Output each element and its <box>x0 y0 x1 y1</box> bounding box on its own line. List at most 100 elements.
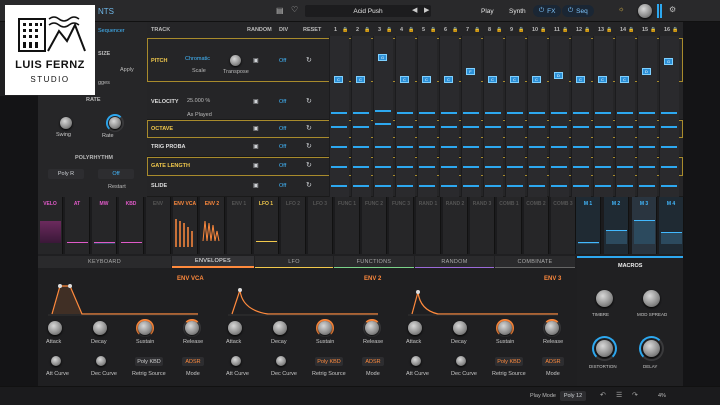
tab-keyboard[interactable]: KEYBOARD <box>38 256 171 268</box>
prev-preset-icon[interactable]: ◀ <box>412 6 417 14</box>
step-value-bar[interactable] <box>463 112 479 114</box>
step-column[interactable] <box>615 36 635 197</box>
envelope-curve-graph[interactable] <box>408 280 558 316</box>
step-value-bar[interactable] <box>353 166 369 168</box>
step-value-bar[interactable] <box>639 146 655 148</box>
release-knob[interactable] <box>545 321 559 335</box>
octave-random-dice-icon[interactable]: ▣ <box>253 125 259 132</box>
step-value-bar[interactable] <box>507 166 523 168</box>
synth-tab[interactable]: Synth <box>509 8 526 15</box>
step-value-bar[interactable] <box>573 112 589 114</box>
step-value-bar[interactable] <box>551 166 567 168</box>
step-value-bar[interactable] <box>353 185 369 187</box>
envelope-curve-graph[interactable] <box>48 280 198 316</box>
step-column[interactable] <box>395 36 415 197</box>
sustain-knob[interactable] <box>498 321 512 335</box>
step-value-bar[interactable] <box>639 112 655 114</box>
att-curve-knob[interactable] <box>51 356 61 366</box>
step-value-bar[interactable] <box>331 166 347 168</box>
pitch-step-note[interactable]: G <box>378 54 387 61</box>
sustain-knob[interactable] <box>318 321 332 335</box>
mod-source-slot[interactable]: AT <box>65 197 90 254</box>
step-lock-icon[interactable]: 🔒 <box>584 27 590 33</box>
step-value-bar[interactable] <box>463 126 479 128</box>
step-value-bar[interactable] <box>441 185 457 187</box>
tab-random[interactable]: RANDOM <box>415 256 494 268</box>
mod-source-slot[interactable]: LFO 2 <box>281 197 306 254</box>
step-lock-icon[interactable]: 🔒 <box>386 27 392 33</box>
step-value-bar[interactable] <box>661 146 677 148</box>
step-value-bar[interactable] <box>397 126 413 128</box>
poly-off-button[interactable]: Off <box>98 169 134 179</box>
step-column[interactable] <box>571 36 591 197</box>
decay-knob[interactable] <box>273 321 287 335</box>
step-column[interactable] <box>461 36 481 197</box>
pitch-step-note[interactable]: C <box>620 76 629 83</box>
pitch-div-value[interactable]: Off <box>279 58 286 64</box>
master-volume-knob[interactable] <box>638 4 652 18</box>
step-value-bar[interactable] <box>661 166 677 168</box>
att-curve-knob[interactable] <box>231 356 241 366</box>
attack-knob[interactable] <box>408 321 422 335</box>
step-value-bar[interactable] <box>419 146 435 148</box>
tab-lfo[interactable]: LFO <box>255 256 333 268</box>
seq-tab[interactable]: ⏻ Seq <box>562 5 594 17</box>
browser-icon[interactable]: ▤ <box>276 6 284 15</box>
step-value-bar[interactable] <box>463 166 479 168</box>
mod-source-slot[interactable]: LFO 3 <box>308 197 333 254</box>
mod-source-slot[interactable]: RAND 3 <box>470 197 495 254</box>
fx-tab[interactable]: ⏻ FX <box>533 5 562 17</box>
pitch-step-note[interactable]: D <box>642 68 651 75</box>
step-value-bar[interactable] <box>463 185 479 187</box>
step-column[interactable] <box>505 36 525 197</box>
mod-source-slot[interactable]: M 4 <box>659 197 684 254</box>
pitch-step-note[interactable]: C <box>510 76 519 83</box>
tab-combinate[interactable]: COMBINATE <box>495 256 575 268</box>
mod-source-slot[interactable]: FUNC 3 <box>389 197 414 254</box>
mode-selector[interactable]: ADSR <box>362 357 384 366</box>
step-value-bar[interactable] <box>639 185 655 187</box>
step-value-bar[interactable] <box>551 185 567 187</box>
velocity-percent[interactable]: 25.000 % <box>187 98 210 104</box>
attack-knob[interactable] <box>228 321 242 335</box>
step-lock-icon[interactable]: 🔒 <box>540 27 546 33</box>
step-value-bar[interactable] <box>639 126 655 128</box>
step-value-bar[interactable] <box>529 166 545 168</box>
step-value-bar[interactable] <box>419 126 435 128</box>
mod-source-slot[interactable]: COMB 2 <box>524 197 549 254</box>
mod-source-slot[interactable]: KBD <box>119 197 144 254</box>
mode-selector[interactable]: ADSR <box>542 357 564 366</box>
step-lock-icon[interactable]: 🔒 <box>408 27 414 33</box>
heart-icon[interactable]: ♡ <box>291 5 298 14</box>
timbre-knob[interactable] <box>596 290 613 307</box>
step-column[interactable] <box>637 36 657 197</box>
dec-curve-knob[interactable] <box>96 356 106 366</box>
mod-source-slot[interactable]: FUNC 2 <box>362 197 387 254</box>
step-value-bar[interactable] <box>573 126 589 128</box>
step-value-bar[interactable] <box>661 185 677 187</box>
step-value-bar[interactable] <box>529 112 545 114</box>
pitch-step-note[interactable]: C <box>488 76 497 83</box>
step-value-bar[interactable] <box>551 112 567 114</box>
step-value-bar[interactable] <box>419 166 435 168</box>
step-value-bar[interactable] <box>507 112 523 114</box>
step-value-bar[interactable] <box>397 166 413 168</box>
poly-r-button[interactable]: Poly R <box>48 169 84 179</box>
play-tab[interactable]: Play <box>481 8 494 15</box>
step-value-bar[interactable] <box>595 112 611 114</box>
octave-reset-icon[interactable]: ↻ <box>306 124 312 132</box>
step-column[interactable] <box>417 36 437 197</box>
decay-knob[interactable] <box>453 321 467 335</box>
pitch-step-note[interactable]: C <box>422 76 431 83</box>
step-value-bar[interactable] <box>573 166 589 168</box>
step-lock-icon[interactable]: 🔒 <box>606 27 612 33</box>
step-value-bar[interactable] <box>397 185 413 187</box>
step-value-bar[interactable] <box>441 146 457 148</box>
apply-button[interactable]: Apply <box>120 67 134 73</box>
mod-source-slot[interactable]: FUNC 1 <box>335 197 360 254</box>
step-value-bar[interactable] <box>485 166 501 168</box>
next-preset-icon[interactable]: ▶ <box>424 6 429 14</box>
step-value-bar[interactable] <box>595 146 611 148</box>
step-value-bar[interactable] <box>441 166 457 168</box>
step-value-bar[interactable] <box>353 126 369 128</box>
